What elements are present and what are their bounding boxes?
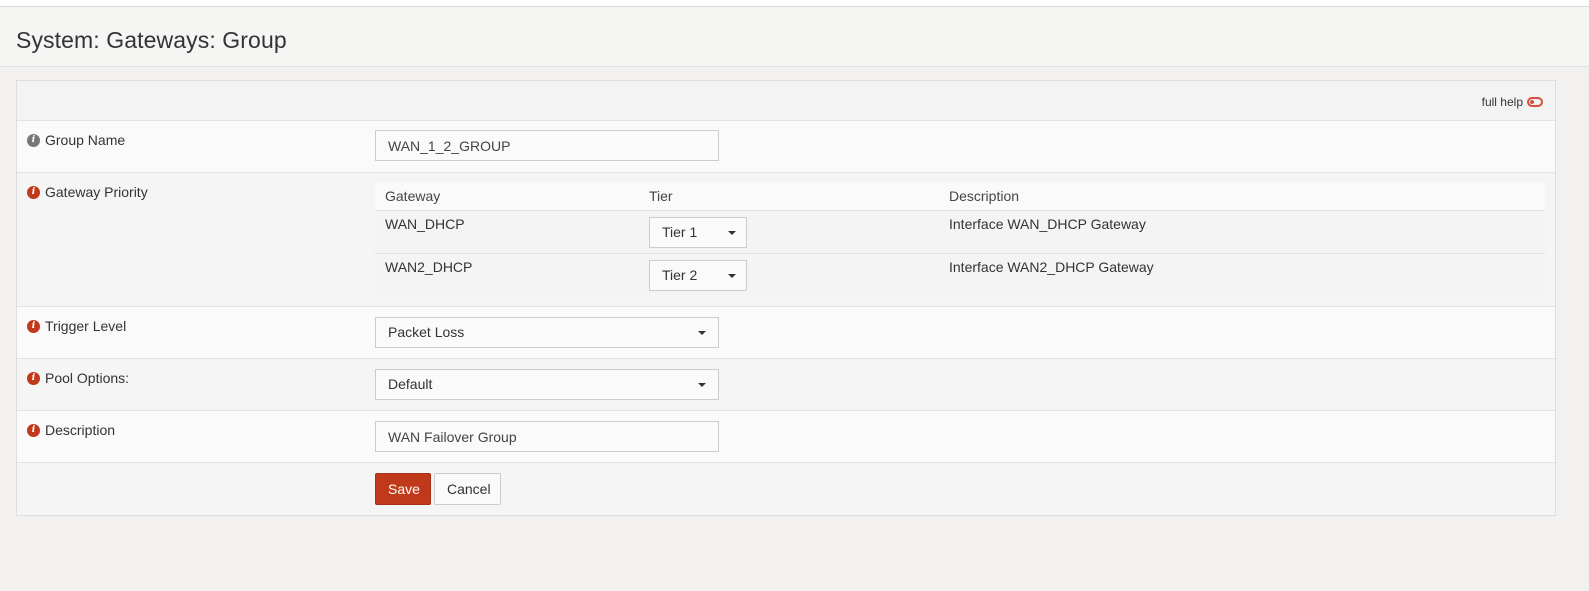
caret-down-icon — [728, 274, 736, 278]
pool-options-select[interactable]: Default — [375, 369, 719, 400]
pool-options-value: Default — [388, 376, 433, 392]
row-pool-options: i Pool Options: Default — [17, 359, 1555, 411]
cancel-button[interactable]: Cancel — [434, 473, 501, 505]
toggle-icon[interactable] — [1527, 97, 1543, 107]
page-title: System: Gateways: Group — [16, 27, 287, 53]
caret-down-icon — [698, 383, 706, 387]
table-row: WAN_DHCP Tier 1 Interface WAN_DHCP Gatew… — [375, 211, 1545, 253]
top-bar — [0, 0, 1589, 7]
gateway-description: Interface WAN_DHCP Gateway — [949, 216, 1146, 232]
info-icon[interactable]: i — [27, 423, 40, 437]
trigger-level-value: Packet Loss — [388, 324, 465, 340]
info-icon[interactable]: i — [27, 319, 40, 333]
full-help-toggle[interactable]: full help — [1482, 95, 1543, 109]
info-icon[interactable]: i — [27, 133, 40, 147]
caret-down-icon — [698, 331, 706, 335]
full-help-label: full help — [1481, 95, 1523, 109]
column-header-gateway: Gateway — [385, 188, 441, 204]
tier-select-value: Tier 1 — [662, 224, 698, 240]
gateway-priority-label: i Gateway Priority — [27, 184, 148, 200]
gateway-group-form: full help i Group Name i Gateway Priorit… — [16, 80, 1556, 516]
row-actions: Save Cancel — [17, 463, 1555, 515]
help-row: full help — [17, 81, 1555, 121]
row-group-name: i Group Name — [17, 121, 1555, 173]
gateway-priority-table: Gateway Tier Description WAN_DHCP Tier 1… — [375, 183, 1545, 295]
group-name-input[interactable] — [375, 130, 719, 161]
gateway-description: Interface WAN2_DHCP Gateway — [949, 259, 1154, 275]
info-icon[interactable]: i — [27, 371, 40, 385]
page-header: System: Gateways: Group — [0, 7, 1589, 67]
tier-select[interactable]: Tier 1 — [649, 217, 747, 248]
caret-down-icon — [728, 231, 736, 235]
trigger-level-label: i Trigger Level — [27, 318, 126, 334]
tier-select-value: Tier 2 — [662, 267, 698, 283]
row-description: i Description — [17, 411, 1555, 463]
table-row: WAN2_DHCP Tier 2 Interface WAN2_DHCP Gat… — [375, 253, 1545, 295]
description-label: i Description — [27, 422, 115, 438]
row-trigger-level: i Trigger Level Packet Loss — [17, 307, 1555, 359]
gateway-table-header: Gateway Tier Description — [375, 183, 1545, 211]
tier-select[interactable]: Tier 2 — [649, 260, 747, 291]
gateway-name: WAN2_DHCP — [385, 259, 473, 275]
column-header-tier: Tier — [649, 188, 673, 204]
group-name-label: i Group Name — [27, 132, 125, 148]
pool-options-label: i Pool Options: — [27, 370, 129, 386]
description-input[interactable] — [375, 421, 719, 452]
gateway-priority-label-text: Gateway Priority — [45, 184, 148, 200]
row-gateway-priority: i Gateway Priority Gateway Tier Descript… — [17, 173, 1555, 307]
description-label-text: Description — [45, 422, 116, 438]
group-name-label-text: Group Name — [45, 132, 126, 148]
trigger-level-select[interactable]: Packet Loss — [375, 317, 719, 348]
column-header-description: Description — [949, 188, 1020, 204]
pool-options-label-text: Pool Options: — [45, 370, 130, 386]
gateway-name: WAN_DHCP — [385, 216, 465, 232]
info-icon[interactable]: i — [27, 185, 40, 199]
save-button[interactable]: Save — [375, 473, 431, 505]
trigger-level-label-text: Trigger Level — [45, 318, 127, 334]
